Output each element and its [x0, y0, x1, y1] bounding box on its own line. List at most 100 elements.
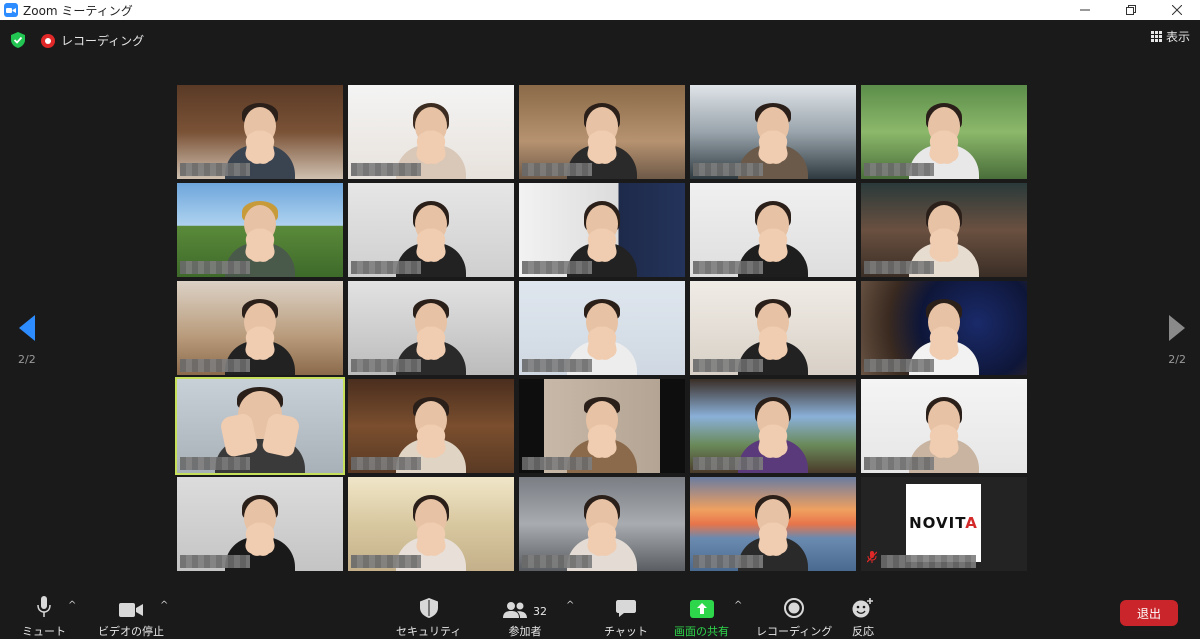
participant-name-redacted	[693, 163, 763, 176]
participant-video-tile[interactable]	[861, 281, 1027, 375]
participants-icon: 32	[503, 594, 547, 618]
participant-video-tile[interactable]	[519, 379, 685, 473]
participant-name-redacted	[351, 555, 421, 568]
participant-name-redacted	[864, 163, 934, 176]
participant-video-tile[interactable]	[861, 379, 1027, 473]
participant-name-redacted	[693, 261, 763, 274]
minimize-button[interactable]	[1062, 0, 1108, 20]
participant-video-tile[interactable]	[690, 281, 856, 375]
stop-video-label: ビデオの停止	[98, 625, 164, 638]
share-options-caret-icon[interactable]: ^	[734, 600, 742, 611]
chat-label: チャット	[604, 625, 648, 638]
participant-name-redacted	[864, 359, 934, 372]
stop-video-button[interactable]: ビデオの停止	[98, 594, 164, 639]
view-button[interactable]: 表示	[1150, 28, 1190, 45]
share-screen-button[interactable]: 画面の共有	[674, 594, 729, 639]
participant-video-tile[interactable]	[861, 183, 1027, 277]
participants-options-caret-icon[interactable]: ^	[566, 600, 574, 611]
close-window-button[interactable]	[1154, 0, 1200, 20]
participant-video-tile[interactable]	[519, 281, 685, 375]
participant-name-redacted	[693, 359, 763, 372]
participant-video-tile[interactable]	[348, 85, 514, 179]
participant-name-redacted	[180, 457, 250, 470]
page-indicator-right: 2/2	[1168, 353, 1186, 366]
leave-meeting-button[interactable]: 退出	[1120, 600, 1178, 626]
participant-video-tile[interactable]	[348, 183, 514, 277]
next-page-control[interactable]: 2/2	[1168, 315, 1186, 366]
active-speaker-video-tile[interactable]	[175, 377, 345, 475]
previous-page-control[interactable]: 2/2	[18, 315, 36, 366]
participant-name-redacted	[351, 163, 421, 176]
recording-indicator[interactable]: レコーディング	[41, 32, 144, 49]
restore-button[interactable]	[1108, 0, 1154, 20]
reactions-button[interactable]: 反応	[852, 594, 874, 639]
participant-video-tile[interactable]	[519, 85, 685, 179]
participant-name-redacted	[522, 457, 592, 470]
participant-name-redacted	[180, 261, 250, 274]
participant-video-tile[interactable]	[690, 85, 856, 179]
participant-video-tile[interactable]	[519, 477, 685, 571]
participant-name-redacted	[351, 359, 421, 372]
participant-name-redacted	[522, 359, 592, 372]
security-shield-icon	[419, 594, 438, 618]
participant-name-redacted	[351, 261, 421, 274]
participant-video-tile[interactable]	[348, 379, 514, 473]
video-camera-icon	[119, 594, 143, 618]
video-gallery: NOVITA	[175, 85, 1029, 575]
participant-name-redacted	[522, 163, 592, 176]
zoom-app-icon	[4, 3, 18, 17]
share-screen-icon	[689, 594, 714, 618]
chat-button[interactable]: チャット	[604, 594, 648, 639]
meeting-controls-toolbar: ミュート ^ ビデオの停止 ^ セキュリティ 32 参加者 ^ チャット 画面の…	[0, 590, 1200, 638]
participant-video-tile[interactable]	[861, 85, 1027, 179]
window-title: Zoom ミーティング	[23, 3, 133, 18]
participant-name-redacted	[180, 359, 250, 372]
reaction-smiley-icon	[852, 594, 874, 618]
chat-bubble-icon	[615, 594, 636, 618]
arrow-left-icon	[18, 315, 35, 341]
participant-video-tile[interactable]	[177, 281, 343, 375]
participant-video-tile[interactable]	[519, 183, 685, 277]
window-titlebar: Zoom ミーティング	[0, 0, 1200, 21]
participant-tile-video-off[interactable]: NOVITA	[861, 477, 1027, 571]
participant-video-tile[interactable]	[348, 477, 514, 571]
record-button[interactable]: レコーディング	[756, 594, 832, 639]
video-options-caret-icon[interactable]: ^	[160, 600, 168, 611]
mute-label: ミュート	[22, 625, 66, 638]
security-button[interactable]: セキュリティ	[396, 594, 461, 639]
view-label: 表示	[1165, 30, 1190, 44]
participant-name-redacted	[180, 163, 250, 176]
security-label: セキュリティ	[396, 625, 462, 638]
participant-video-tile[interactable]	[177, 183, 343, 277]
recording-dot-icon	[41, 33, 55, 48]
status-bar: レコーディング 表示	[0, 20, 1200, 58]
participant-name-redacted	[881, 555, 976, 568]
audio-options-caret-icon[interactable]: ^	[68, 600, 76, 611]
participant-name-redacted	[864, 457, 934, 470]
page-indicator-left: 2/2	[18, 353, 36, 366]
encryption-shield-icon[interactable]	[11, 32, 25, 52]
microphone-icon	[36, 594, 52, 618]
participants-count: 32	[533, 605, 547, 618]
participant-name-redacted	[864, 261, 934, 274]
participant-video-tile[interactable]	[690, 183, 856, 277]
participant-name-redacted	[351, 457, 421, 470]
share-screen-label: 画面の共有	[674, 625, 729, 638]
participant-name-redacted	[693, 457, 763, 470]
muted-mic-icon	[866, 548, 878, 567]
arrow-right-icon	[1169, 315, 1186, 341]
participant-name-redacted	[522, 555, 592, 568]
participant-video-tile[interactable]	[177, 477, 343, 571]
participant-name-redacted	[522, 261, 592, 274]
record-label: レコーディング	[756, 625, 833, 638]
participants-label: 参加者	[508, 625, 542, 638]
participant-video-tile[interactable]	[690, 379, 856, 473]
participant-name-redacted	[693, 555, 763, 568]
mute-button[interactable]: ミュート	[22, 594, 66, 639]
participants-button[interactable]: 32 参加者	[503, 594, 547, 639]
participant-video-tile[interactable]	[348, 281, 514, 375]
participant-video-tile[interactable]	[177, 85, 343, 179]
reactions-label: 反応	[852, 625, 874, 638]
participant-video-tile[interactable]	[690, 477, 856, 571]
participant-name-redacted	[180, 555, 250, 568]
